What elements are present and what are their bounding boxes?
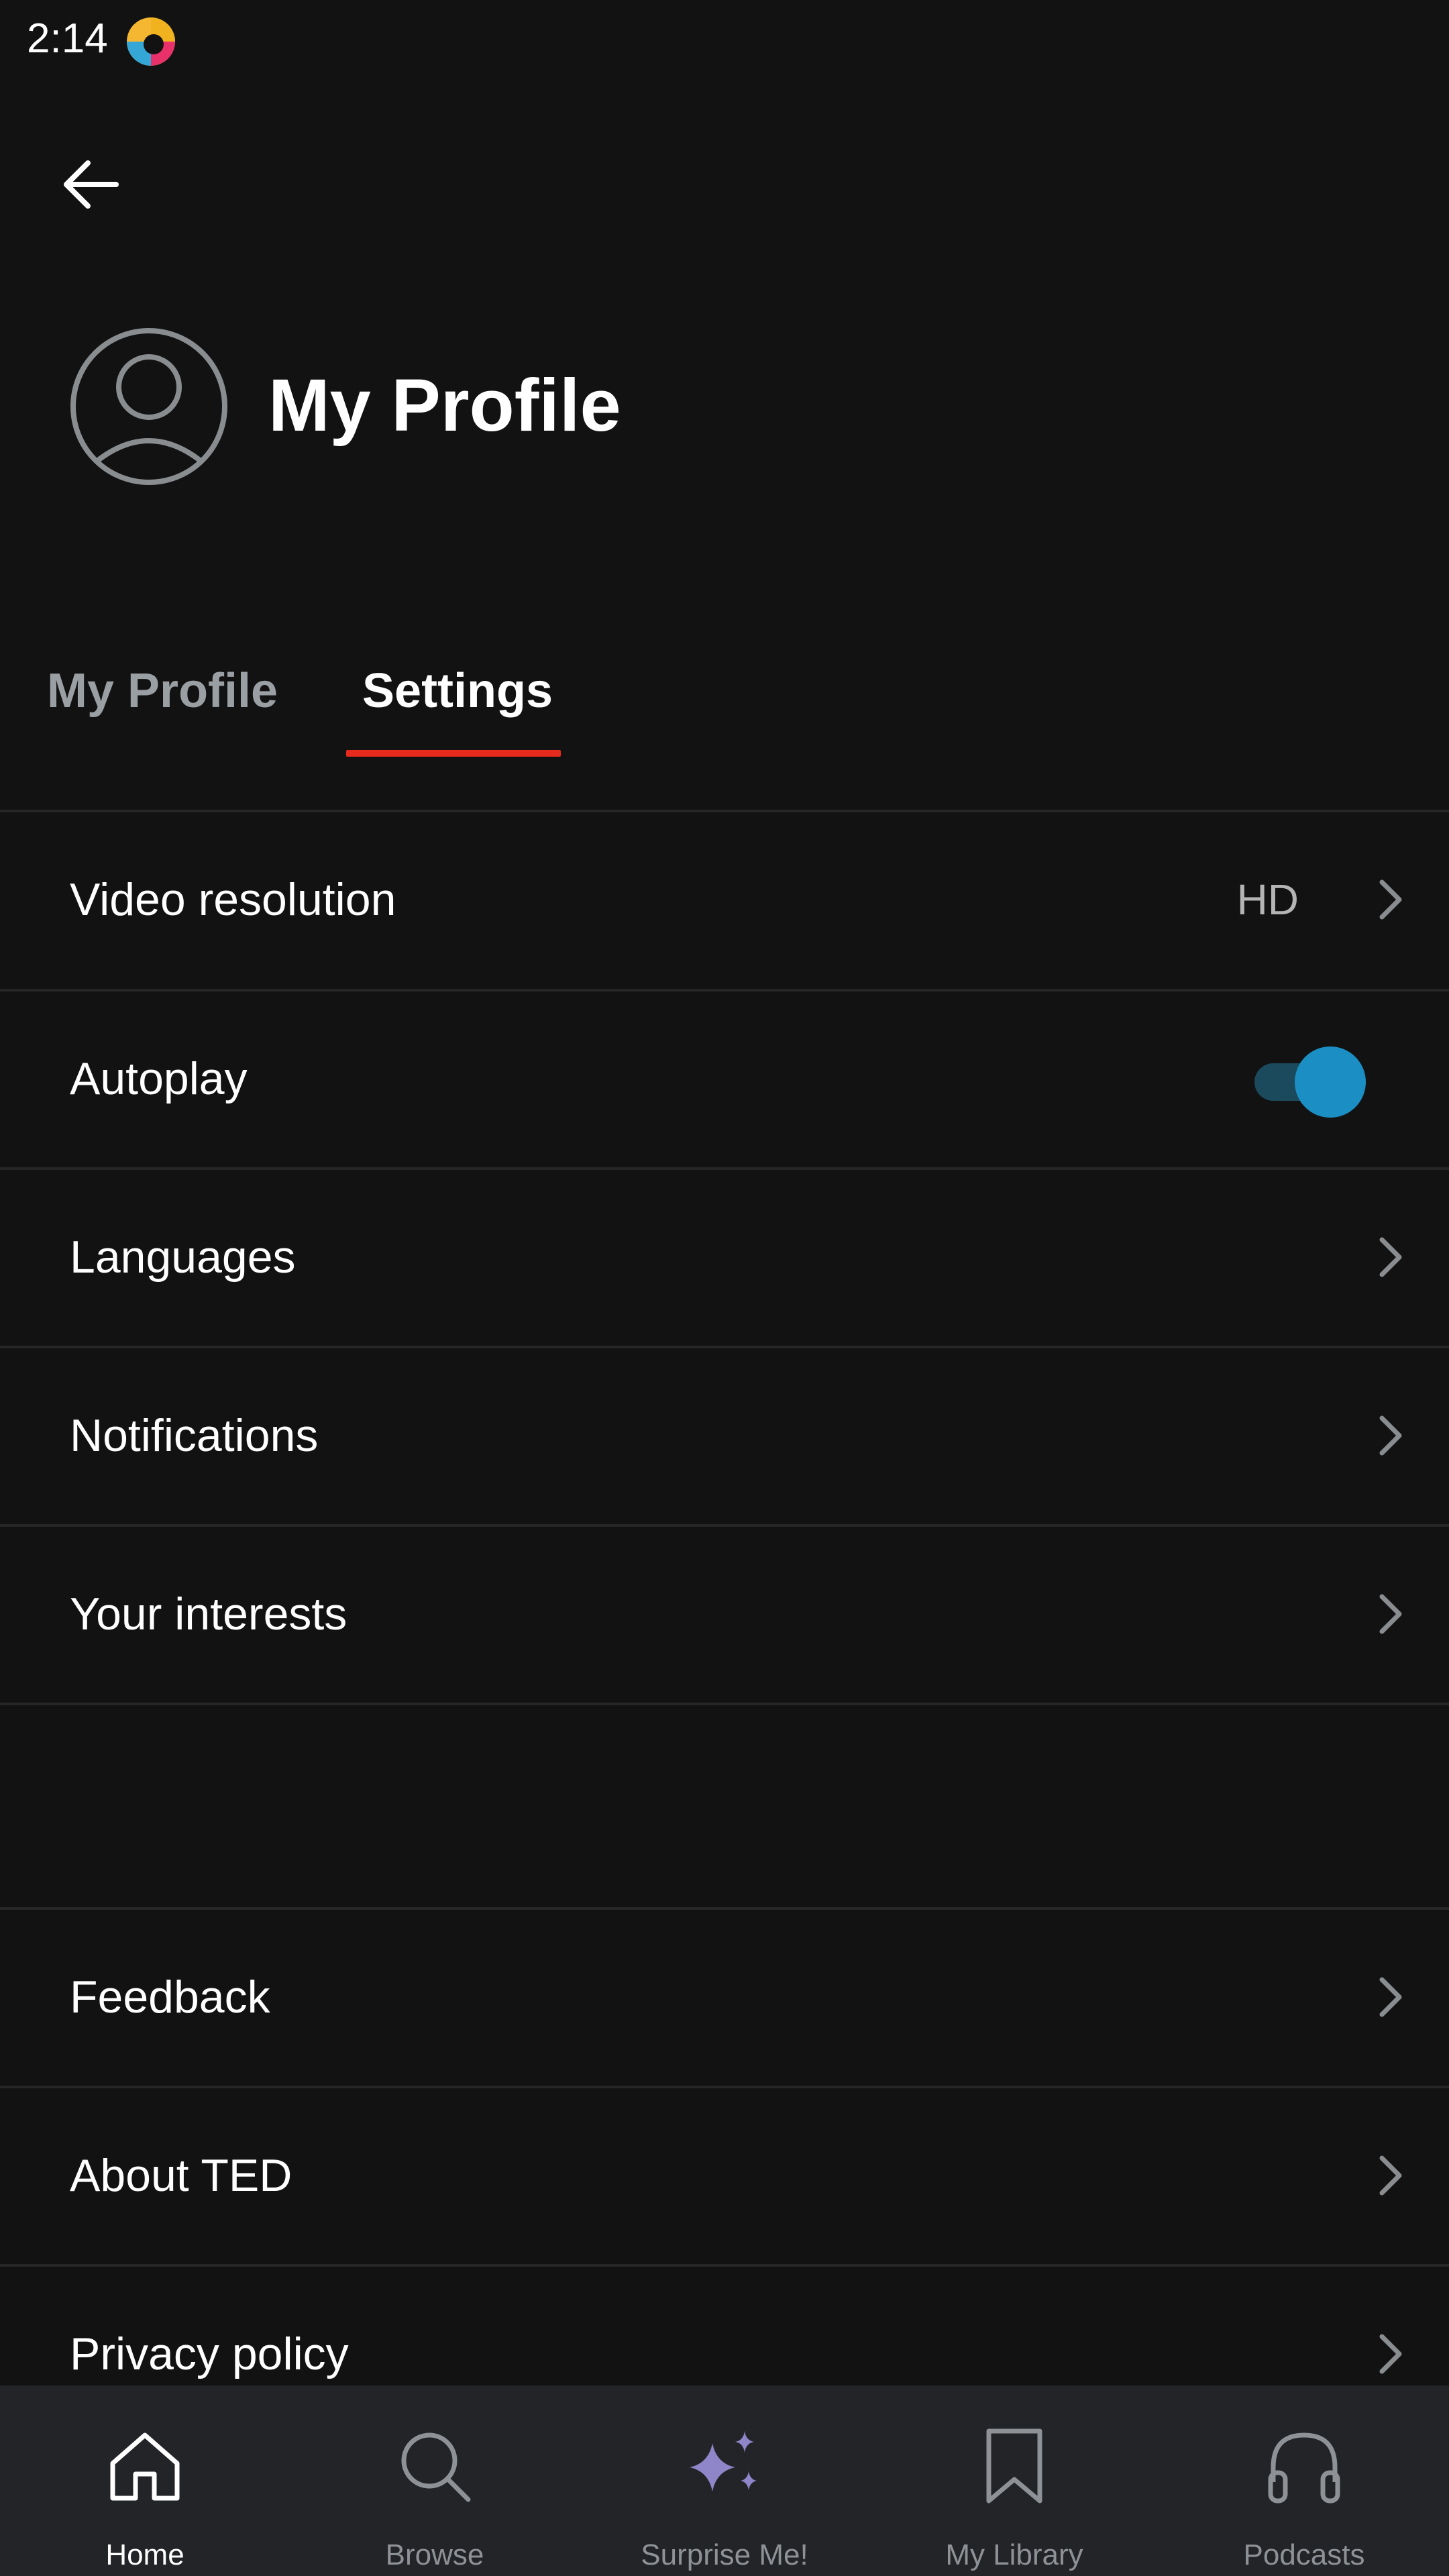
chevron-right-icon — [1379, 1594, 1402, 1634]
sparkle-icon — [690, 2431, 757, 2491]
nav-label: Surprise Me! — [641, 2538, 808, 2571]
tab-settings[interactable]: Settings — [362, 651, 553, 731]
app-notification-icon — [127, 17, 175, 66]
nav-label: My Library — [945, 2538, 1083, 2571]
nav-browse[interactable]: Browse — [290, 2385, 580, 2576]
home-icon — [110, 2432, 180, 2501]
setting-about-ted[interactable]: About TED — [0, 2088, 1449, 2263]
toggle-knob — [1295, 1046, 1366, 1118]
autoplay-toggle[interactable] — [1248, 1043, 1368, 1118]
status-bar: 2:14 — [0, 0, 1449, 80]
headphones-icon — [1268, 2432, 1340, 2504]
setting-label: Feedback — [70, 1972, 270, 2023]
setting-label: Your interests — [70, 1589, 347, 1640]
chevron-right-icon — [1379, 1415, 1402, 1456]
nav-label: Browse — [385, 2538, 484, 2571]
chevron-right-icon — [1379, 879, 1402, 920]
setting-notifications[interactable]: Notifications — [0, 1348, 1449, 1523]
nav-label: Podcasts — [1243, 2538, 1365, 2571]
avatar — [70, 328, 227, 485]
back-button[interactable] — [47, 141, 134, 228]
chevron-right-icon — [1379, 2334, 1402, 2374]
arrow-left-icon — [64, 160, 119, 209]
setting-label: Video resolution — [70, 874, 396, 925]
divider — [0, 1703, 1449, 1705]
chevron-right-icon — [1379, 1237, 1402, 1277]
tab-bar: My Profile Settings — [0, 624, 1449, 758]
tab-my-profile[interactable]: My Profile — [47, 651, 278, 731]
bookmark-icon — [986, 2428, 1042, 2504]
chevron-right-icon — [1379, 2155, 1402, 2196]
nav-podcasts[interactable]: Podcasts — [1159, 2385, 1449, 2576]
setting-value: HD — [1236, 875, 1299, 924]
setting-label: About TED — [70, 2150, 292, 2201]
nav-home[interactable]: Home — [0, 2385, 290, 2576]
setting-label: Languages — [70, 1232, 296, 1283]
nav-label: Home — [105, 2538, 184, 2571]
status-time: 2:14 — [27, 15, 108, 62]
page-title: My Profile — [268, 364, 621, 447]
setting-video-resolution[interactable]: Video resolution HD — [0, 812, 1449, 987]
search-icon — [401, 2432, 471, 2502]
tab-selected-indicator — [346, 750, 561, 757]
bottom-navigation: Home Browse Surprise Me! My Library Podc… — [0, 2385, 1449, 2576]
setting-autoplay: Autoplay — [0, 991, 1449, 1167]
setting-feedback[interactable]: Feedback — [0, 1909, 1449, 2085]
nav-my-library[interactable]: My Library — [869, 2385, 1159, 2576]
setting-languages[interactable]: Languages — [0, 1169, 1449, 1345]
nav-surprise-me[interactable]: Surprise Me! — [580, 2385, 869, 2576]
setting-label: Autoplay — [70, 1053, 248, 1104]
chevron-right-icon — [1379, 1977, 1402, 2017]
setting-your-interests[interactable]: Your interests — [0, 1526, 1449, 1702]
setting-label: Notifications — [70, 1410, 319, 1461]
